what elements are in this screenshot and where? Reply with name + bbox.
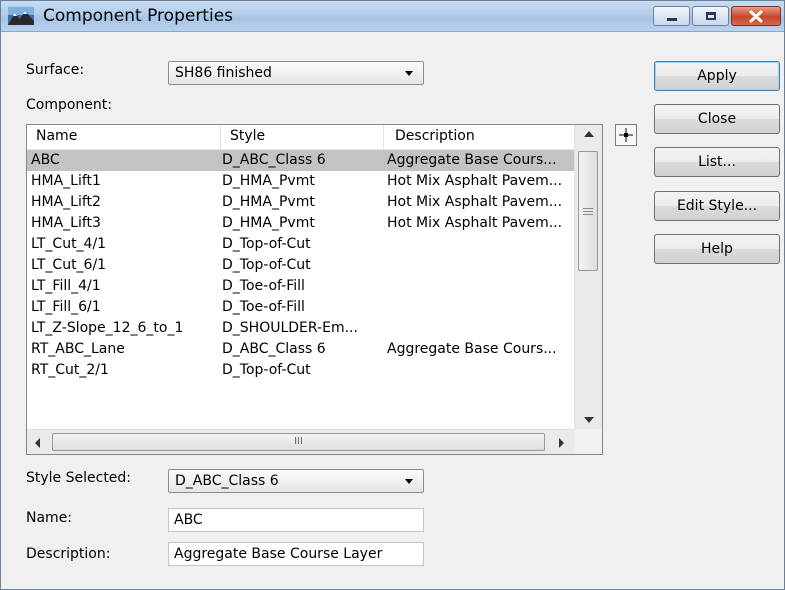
row-description-cell: Aggregate Base Cours... xyxy=(387,152,557,168)
title-bar[interactable]: Component Properties xyxy=(1,1,784,32)
window-title: Component Properties xyxy=(43,6,234,26)
row-description-cell: Aggregate Base Cours... xyxy=(387,341,557,357)
list-button[interactable]: List... xyxy=(654,147,780,177)
component-properties-dialog: Component Properties Surface: SH86 finis… xyxy=(0,0,785,590)
row-description-cell: Hot Mix Asphalt Pavem... xyxy=(387,194,563,210)
table-row[interactable]: LT_Cut_4/1 D_Top-of-Cut xyxy=(27,234,574,255)
scrollbar-corner xyxy=(574,429,602,454)
description-input[interactable]: Aggregate Base Course Layer xyxy=(168,542,424,566)
maximize-icon xyxy=(706,12,716,20)
row-name-cell: HMA_Lift2 xyxy=(31,194,101,210)
table-row[interactable]: RT_ABC_Lane D_ABC_Class 6 Aggregate Base C… xyxy=(27,339,574,360)
component-list-header: Name Style Description xyxy=(27,125,574,150)
scroll-up-icon[interactable] xyxy=(584,131,594,137)
crosshair-icon xyxy=(619,128,633,142)
terrain-icon xyxy=(8,7,34,25)
help-button[interactable]: Help xyxy=(654,234,780,264)
name-value: ABC xyxy=(174,512,203,528)
row-style-cell: D_ABC_Class 6 xyxy=(222,152,326,168)
style-selected-dropdown[interactable]: D_ABC_Class 6 xyxy=(168,469,424,493)
minimize-icon xyxy=(667,18,677,21)
row-style-cell: D_SHOULDER-Em... xyxy=(222,320,358,336)
chevron-down-icon xyxy=(405,479,413,484)
row-name-cell: LT_Z-Slope_12_6_to_1 xyxy=(31,320,184,336)
locate-component-button[interactable] xyxy=(615,124,637,146)
name-input[interactable]: ABC xyxy=(168,508,424,532)
row-name-cell: LT_Fill_4/1 xyxy=(31,278,101,294)
style-selected-value: D_ABC_Class 6 xyxy=(175,473,279,489)
row-style-cell: D_ABC_Class 6 xyxy=(222,341,326,357)
row-name-cell: RT_ABC_Lane xyxy=(31,341,125,357)
table-row[interactable]: HMA_Lift1 D_HMA_Pvmt Hot Mix Asphalt Pavem… xyxy=(27,171,574,192)
name-label: Name: xyxy=(26,510,73,526)
surface-value: SH86 finished xyxy=(175,65,272,81)
maximize-button[interactable] xyxy=(692,6,729,26)
column-header-description[interactable]: Description xyxy=(395,128,475,144)
row-name-cell: LT_Cut_4/1 xyxy=(31,236,107,252)
style-selected-label: Style Selected: xyxy=(26,470,132,486)
minimize-button[interactable] xyxy=(653,6,690,26)
table-row[interactable]: LT_Cut_6/1 D_Top-of-Cut xyxy=(27,255,574,276)
row-style-cell: D_Toe-of-Fill xyxy=(222,278,305,294)
row-style-cell: D_HMA_Pvmt xyxy=(222,173,315,189)
vertical-scroll-thumb[interactable] xyxy=(578,151,598,271)
scroll-down-icon[interactable] xyxy=(584,417,594,423)
row-style-cell: D_Top-of-Cut xyxy=(222,236,311,252)
table-row[interactable]: LT_Fill_4/1 D_Toe-of-Fill xyxy=(27,276,574,297)
row-style-cell: D_Toe-of-Fill xyxy=(222,299,305,315)
table-row[interactable]: RT_Cut_2/1 D_Top-of-Cut xyxy=(27,360,574,381)
row-name-cell: HMA_Lift3 xyxy=(31,215,101,231)
scroll-grip: III xyxy=(294,436,303,447)
surface-dropdown[interactable]: SH86 finished xyxy=(168,61,424,85)
table-row[interactable]: LT_Fill_6/1 D_Toe-of-Fill xyxy=(27,297,574,318)
component-label: Component: xyxy=(26,97,112,113)
surface-label: Surface: xyxy=(26,62,85,78)
row-style-cell: D_HMA_Pvmt xyxy=(222,194,315,210)
table-row[interactable]: ABC D_ABC_Class 6 Aggregate Base Cours... xyxy=(27,150,574,171)
close-window-button[interactable] xyxy=(731,6,781,26)
vertical-scrollbar[interactable] xyxy=(574,125,602,429)
row-name-cell: RT_Cut_2/1 xyxy=(31,362,109,378)
close-icon xyxy=(749,10,763,23)
column-header-name[interactable]: Name xyxy=(36,128,77,144)
row-name-cell: LT_Cut_6/1 xyxy=(31,257,107,273)
close-button[interactable]: Close xyxy=(654,104,780,134)
row-name-cell: ABC xyxy=(31,152,60,168)
column-divider[interactable] xyxy=(383,125,384,149)
row-name-cell: HMA_Lift1 xyxy=(31,173,101,189)
component-rows: ABC D_ABC_Class 6 Aggregate Base Cours... H… xyxy=(27,150,574,430)
table-row[interactable]: HMA_Lift2 D_HMA_Pvmt Hot Mix Asphalt Pavem… xyxy=(27,192,574,213)
column-header-style[interactable]: Style xyxy=(230,128,265,144)
chevron-down-icon xyxy=(405,71,413,76)
table-row[interactable]: HMA_Lift3 D_HMA_Pvmt Hot Mix Asphalt Pavem… xyxy=(27,213,574,234)
row-style-cell: D_Top-of-Cut xyxy=(222,257,311,273)
description-value: Aggregate Base Course Layer xyxy=(174,546,383,562)
row-style-cell: D_HMA_Pvmt xyxy=(222,215,315,231)
row-description-cell: Hot Mix Asphalt Pavem... xyxy=(387,173,563,189)
scroll-right-icon[interactable] xyxy=(559,438,564,448)
apply-button[interactable]: Apply xyxy=(654,61,780,91)
scroll-left-icon[interactable] xyxy=(35,438,40,448)
row-description-cell: Hot Mix Asphalt Pavem... xyxy=(387,215,563,231)
component-list[interactable]: Name Style Description ABC D_ABC_Class 6A… xyxy=(26,124,603,455)
description-label: Description: xyxy=(26,546,111,562)
table-row[interactable]: LT_Z-Slope_12_6_to_1 D_SHOULDER-Em... xyxy=(27,318,574,339)
edit-style-button[interactable]: Edit Style... xyxy=(654,191,780,221)
row-style-cell: D_Top-of-Cut xyxy=(222,362,311,378)
column-divider[interactable] xyxy=(220,125,221,149)
horizontal-scrollbar[interactable]: III xyxy=(27,429,574,454)
row-name-cell: LT_Fill_6/1 xyxy=(31,299,101,315)
horizontal-scroll-thumb[interactable]: III xyxy=(52,433,545,451)
